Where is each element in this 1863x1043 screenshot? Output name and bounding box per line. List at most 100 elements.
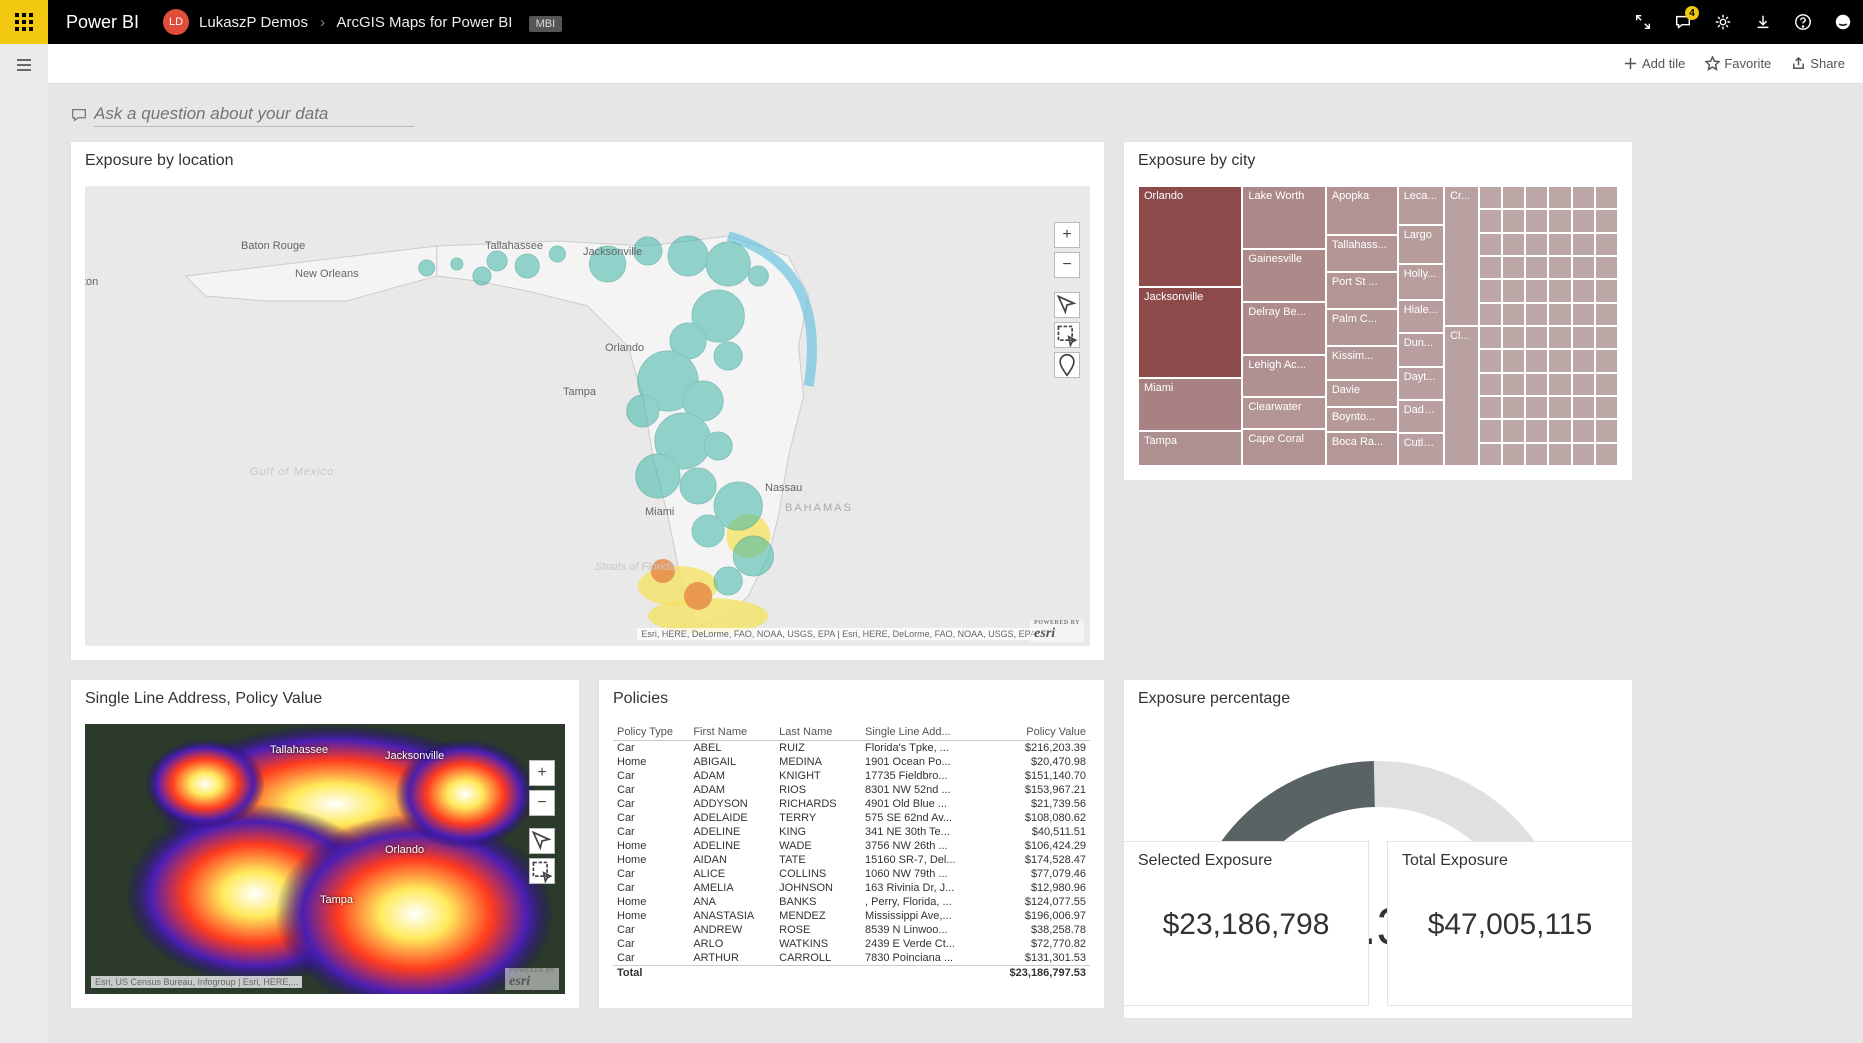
treemap-cell-small[interactable] xyxy=(1548,396,1571,419)
select-cursor-button[interactable] xyxy=(1054,292,1080,318)
treemap-cell-small[interactable] xyxy=(1502,279,1525,302)
treemap-cell-small[interactable] xyxy=(1525,233,1548,256)
treemap-cell-small[interactable] xyxy=(1572,373,1595,396)
treemap-cell-small[interactable] xyxy=(1502,233,1525,256)
treemap-cell-small[interactable] xyxy=(1548,349,1571,372)
treemap-cell-small[interactable] xyxy=(1548,326,1571,349)
treemap-cell-small[interactable] xyxy=(1502,373,1525,396)
treemap-cell-small[interactable] xyxy=(1595,326,1618,349)
feedback-button[interactable] xyxy=(1823,0,1863,44)
treemap-cell[interactable]: Gainesville xyxy=(1242,249,1325,302)
treemap-cell-small[interactable] xyxy=(1479,186,1502,209)
treemap-cell-small[interactable] xyxy=(1595,186,1618,209)
treemap-cell-small[interactable] xyxy=(1525,419,1548,442)
treemap-cell-small[interactable] xyxy=(1572,396,1595,419)
treemap-cell-small[interactable] xyxy=(1548,419,1571,442)
table-row[interactable]: CarADDYSONRICHARDS4901 Old Blue ...$21,7… xyxy=(613,797,1090,811)
treemap-cell-small[interactable] xyxy=(1525,209,1548,232)
treemap-cell-small[interactable] xyxy=(1479,326,1502,349)
table-row[interactable]: HomeABIGAILMEDINA1901 Ocean Po...$20,470… xyxy=(613,755,1090,769)
treemap-cell-small[interactable] xyxy=(1525,326,1548,349)
treemap-cell-small[interactable] xyxy=(1525,279,1548,302)
table-row[interactable]: CarADAMRIOS8301 NW 52nd ...$153,967.21 xyxy=(613,783,1090,797)
zoom-out-button[interactable]: − xyxy=(1054,252,1080,278)
treemap-cell-small[interactable] xyxy=(1548,186,1571,209)
treemap-cell-small[interactable] xyxy=(1572,419,1595,442)
treemap-cell-small[interactable] xyxy=(1595,373,1618,396)
treemap-cell-small[interactable] xyxy=(1595,349,1618,372)
breadcrumb-workspace[interactable]: LukaszP Demos xyxy=(199,14,308,31)
treemap-cell-small[interactable] xyxy=(1525,303,1548,326)
download-button[interactable] xyxy=(1743,0,1783,44)
treemap-cell-small[interactable] xyxy=(1572,279,1595,302)
treemap-cell-small[interactable] xyxy=(1548,443,1571,466)
select-rect-button[interactable] xyxy=(529,858,555,884)
select-marker-button[interactable] xyxy=(1054,352,1080,378)
treemap-cell-small[interactable] xyxy=(1479,279,1502,302)
table-header[interactable]: Single Line Add... xyxy=(861,724,1004,741)
treemap-cell[interactable]: Lake Worth xyxy=(1242,186,1325,249)
table-row[interactable]: CarADAMKNIGHT17735 Fieldbro...$151,140.7… xyxy=(613,769,1090,783)
settings-button[interactable] xyxy=(1703,0,1743,44)
treemap-cell-small[interactable] xyxy=(1502,256,1525,279)
zoom-in-button[interactable]: + xyxy=(1054,222,1080,248)
add-tile-button[interactable]: Add tile xyxy=(1623,56,1685,71)
treemap-cell-small[interactable] xyxy=(1479,443,1502,466)
treemap-cell-small[interactable] xyxy=(1525,443,1548,466)
table-row[interactable]: HomeANASTASIAMENDEZMississippi Ave,...$1… xyxy=(613,909,1090,923)
nav-toggle-button[interactable] xyxy=(15,56,33,1043)
treemap-cell[interactable]: Dayt... xyxy=(1398,367,1444,400)
table-header[interactable]: Policy Type xyxy=(613,724,689,741)
treemap-visual[interactable]: OrlandoJacksonvilleMiamiTampaLake WorthG… xyxy=(1138,186,1618,466)
table-row[interactable]: CarALICECOLLINS1060 NW 79th ...$77,079.4… xyxy=(613,867,1090,881)
treemap-cell-small[interactable] xyxy=(1572,303,1595,326)
arcgis-map[interactable]: Baton Rouge New Orleans Tallahassee Jack… xyxy=(85,186,1090,646)
treemap-cell-small[interactable] xyxy=(1525,396,1548,419)
zoom-out-button[interactable]: − xyxy=(529,790,555,816)
treemap-cell-small[interactable] xyxy=(1479,209,1502,232)
select-rect-button[interactable] xyxy=(1054,322,1080,348)
table-row[interactable]: CarADELAIDETERRY575 SE 62nd Av...$108,08… xyxy=(613,811,1090,825)
treemap-cell[interactable]: Kissim... xyxy=(1326,346,1398,380)
table-row[interactable]: HomeAIDANTATE15160 SR-7, Del...$174,528.… xyxy=(613,853,1090,867)
treemap-cell[interactable]: Clearwater xyxy=(1242,397,1325,429)
favorite-button[interactable]: Favorite xyxy=(1705,56,1771,71)
tile-address-policy-value[interactable]: Single Line Address, Policy Value Tallah… xyxy=(70,679,580,1009)
tile-total-exposure[interactable]: Total Exposure $47,005,115 xyxy=(1387,841,1633,1006)
treemap-cell[interactable]: Port St ... xyxy=(1326,272,1398,309)
table-row[interactable]: HomeADELINEWADE3756 NW 26th ...$106,424.… xyxy=(613,839,1090,853)
tile-exposure-by-location[interactable]: Exposure by location xyxy=(70,141,1105,661)
treemap-cell-small[interactable] xyxy=(1548,373,1571,396)
treemap-cell-small[interactable] xyxy=(1502,349,1525,372)
treemap-cell-small[interactable] xyxy=(1525,256,1548,279)
treemap-cell-small[interactable] xyxy=(1548,256,1571,279)
treemap-cell[interactable]: Lehigh Ac... xyxy=(1242,355,1325,397)
treemap-cell[interactable]: Hiale... xyxy=(1398,300,1444,333)
treemap-cell-small[interactable] xyxy=(1525,373,1548,396)
treemap-cell-small[interactable] xyxy=(1525,349,1548,372)
treemap-cell-small[interactable] xyxy=(1502,396,1525,419)
treemap-cell-small[interactable] xyxy=(1572,186,1595,209)
tile-policies[interactable]: Policies Policy TypeFirst NameLast NameS… xyxy=(598,679,1105,1009)
notifications-button[interactable]: 4 xyxy=(1663,0,1703,44)
table-row[interactable]: CarARLOWATKINS2439 E Verde Ct...$72,770.… xyxy=(613,937,1090,951)
treemap-cell-small[interactable] xyxy=(1595,419,1618,442)
treemap-cell[interactable]: Leca... xyxy=(1398,186,1444,225)
treemap-cell-small[interactable] xyxy=(1502,303,1525,326)
treemap-cell-small[interactable] xyxy=(1572,349,1595,372)
treemap-cell[interactable]: Delray Be... xyxy=(1242,302,1325,355)
treemap-cell-small[interactable] xyxy=(1595,233,1618,256)
tile-exposure-by-city[interactable]: Exposure by city OrlandoJacksonvilleMiam… xyxy=(1123,141,1633,481)
treemap-cell-small[interactable] xyxy=(1595,279,1618,302)
fullscreen-button[interactable] xyxy=(1623,0,1663,44)
treemap-cell[interactable]: Palm C... xyxy=(1326,309,1398,346)
table-row[interactable]: CarARTHURCARROLL7830 Poinciana ...$131,3… xyxy=(613,951,1090,966)
treemap-cell-small[interactable] xyxy=(1479,256,1502,279)
treemap-cell[interactable]: Cape Coral xyxy=(1242,429,1325,466)
treemap-cell[interactable]: Apopka xyxy=(1326,186,1398,235)
arcgis-heatmap[interactable]: Tallahassee Jacksonville Orlando Tampa +… xyxy=(85,724,565,994)
breadcrumb-report[interactable]: ArcGIS Maps for Power BI xyxy=(337,14,513,31)
treemap-cell-small[interactable] xyxy=(1595,443,1618,466)
treemap-cell-small[interactable] xyxy=(1572,233,1595,256)
treemap-cell[interactable]: Orlando xyxy=(1138,186,1242,287)
